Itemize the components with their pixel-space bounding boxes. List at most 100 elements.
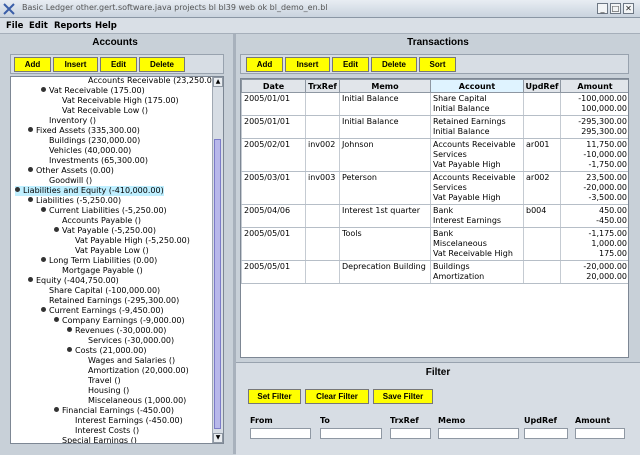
table-row[interactable]: 2005/03/01 inv003 Peterson Accounts Receiva…: [241, 171, 628, 205]
trx-edit-button[interactable]: Edit: [332, 57, 369, 72]
tree-node[interactable]: Services (-30,000.00): [80, 336, 174, 346]
expand-handle-icon[interactable]: [54, 407, 59, 412]
tree-node[interactable]: Vat Payable High (-5,250.00): [67, 236, 190, 246]
tree-node[interactable]: Goodwill (): [41, 176, 92, 186]
tree-node[interactable]: Vat Receivable (175.00): [41, 86, 145, 96]
tree-node[interactable]: Fixed Assets (335,300.00): [28, 126, 140, 136]
tree-node-label: Services (-30,000.00): [88, 336, 175, 345]
tree-node[interactable]: Liabilities (-5,250.00): [28, 196, 121, 206]
filter-to-field[interactable]: [320, 428, 382, 439]
table-row[interactable]: 2005/05/01 Tools Bank Miscelaneous Vat Recei…: [241, 227, 628, 261]
expand-handle-icon[interactable]: [41, 207, 46, 212]
expand-handle-icon[interactable]: [41, 307, 46, 312]
tree-node[interactable]: Long Term Liabilities (0.00): [41, 256, 157, 266]
col-header-memo[interactable]: Memo: [339, 79, 431, 93]
tree-node[interactable]: Amortization (20,000.00): [80, 366, 189, 376]
minimize-button[interactable]: _: [597, 3, 608, 14]
trx-delete-button[interactable]: Delete: [371, 57, 417, 72]
expand-handle-icon[interactable]: [15, 187, 20, 192]
amount-line: 450.00: [599, 206, 627, 215]
menu-reports[interactable]: Reports: [54, 21, 92, 31]
accounts-tree: Accounts Receivable (23,250.00) Vat Recei…: [10, 76, 224, 444]
close-button[interactable]: ✕: [623, 3, 634, 14]
table-row[interactable]: 2005/01/01 Initial Balance Retained Earnin…: [241, 115, 628, 139]
tree-node[interactable]: Share Capital (-100,000.00): [41, 286, 160, 296]
menu-file[interactable]: File: [6, 21, 23, 31]
col-header-trxref[interactable]: TrxRef: [305, 79, 340, 93]
tree-node[interactable]: Inventory (): [41, 116, 96, 126]
col-header-updref[interactable]: UpdRef: [523, 79, 561, 93]
filter-from-field[interactable]: [250, 428, 311, 439]
col-header-amount[interactable]: Amount: [560, 79, 628, 93]
tree-node[interactable]: Miscelaneous (1,000.00): [80, 396, 186, 406]
account-edit-button[interactable]: Edit: [100, 57, 137, 72]
table-row[interactable]: 2005/04/06 Interest 1st quarter Bank Intere…: [241, 204, 628, 228]
col-header-account[interactable]: Account: [430, 79, 524, 93]
tree-node[interactable]: Other Assets (0.00): [28, 166, 114, 176]
tree-node[interactable]: Vehicles (40,000.00): [41, 146, 131, 156]
tree-node[interactable]: Accounts Payable (): [54, 216, 141, 226]
filter-updref-field[interactable]: [524, 428, 568, 439]
expand-handle-icon[interactable]: [41, 87, 46, 92]
expand-handle-icon[interactable]: [54, 317, 59, 322]
tree-node[interactable]: Investments (65,300.00): [41, 156, 148, 166]
table-row[interactable]: 2005/02/01 inv002 Johnson Accounts Receivab…: [241, 138, 628, 172]
menu-help[interactable]: Help: [95, 21, 117, 31]
account-add-button[interactable]: Add: [14, 57, 51, 72]
trx-add-button[interactable]: Add: [246, 57, 283, 72]
expand-handle-icon[interactable]: [54, 227, 59, 232]
trx-insert-button[interactable]: Insert: [285, 57, 330, 72]
expand-handle-icon[interactable]: [28, 127, 33, 132]
filter-memo-field[interactable]: [438, 428, 519, 439]
tree-node[interactable]: Equity (-404,750.00): [28, 276, 119, 286]
tree-node[interactable]: Interest Costs (): [67, 426, 139, 436]
tree-node-label: Miscelaneous (1,000.00): [88, 396, 187, 405]
tree-node[interactable]: Vat Payable Low (): [67, 246, 149, 256]
tree-node-label: Current Liabilities (-5,250.00): [49, 206, 167, 215]
tree-node[interactable]: Vat Payable (-5,250.00): [54, 226, 156, 236]
tree-node[interactable]: Revenues (-30,000.00): [67, 326, 166, 336]
set-filter-button[interactable]: Set Filter: [248, 389, 301, 404]
tree-node[interactable]: Retained Earnings (-295,300.00): [41, 296, 179, 306]
tree-node[interactable]: Vat Receivable Low (): [54, 106, 148, 116]
trx-sort-button[interactable]: Sort: [419, 57, 456, 72]
tree-node[interactable]: Housing (): [80, 386, 129, 396]
expand-handle-icon[interactable]: [28, 197, 33, 202]
account-insert-button[interactable]: Insert: [53, 57, 98, 72]
tree-node[interactable]: Wages and Salaries (): [80, 356, 175, 366]
table-row[interactable]: 2005/01/01 Initial Balance Share Capital In…: [241, 92, 628, 116]
tree-node[interactable]: Interest Earnings (-450.00): [67, 416, 183, 426]
col-header-date[interactable]: Date: [241, 79, 306, 93]
tree-node[interactable]: Current Liabilities (-5,250.00): [41, 206, 167, 216]
tree-node[interactable]: Buildings (230,000.00): [41, 136, 140, 146]
scroll-up-arrow-icon[interactable]: ▲: [213, 77, 223, 87]
tree-node[interactable]: Financial Earnings (-450.00): [54, 406, 174, 416]
tree-node[interactable]: Accounts Receivable (23,250.00): [80, 77, 220, 86]
maximize-button[interactable]: □: [610, 3, 621, 14]
tree-node[interactable]: Current Earnings (-9,450.00): [41, 306, 164, 316]
expand-handle-icon[interactable]: [28, 277, 33, 282]
filter-amount-field[interactable]: [575, 428, 625, 439]
menu-edit[interactable]: Edit: [29, 21, 48, 31]
save-filter-button[interactable]: Save Filter: [373, 389, 433, 404]
tree-scrollbar[interactable]: ▲ ▼: [212, 77, 223, 443]
scroll-down-arrow-icon[interactable]: ▼: [213, 433, 223, 443]
tree-node-label: Long Term Liabilities (0.00): [49, 256, 158, 265]
account-delete-button[interactable]: Delete: [139, 57, 185, 72]
tree-node[interactable]: Mortgage Payable (): [54, 266, 143, 276]
table-row[interactable]: 2005/05/01 Deprecation Building Buildings A…: [241, 260, 628, 284]
tree-node[interactable]: Vat Receivable High (175.00): [54, 96, 179, 106]
tree-node[interactable]: Travel (): [80, 376, 121, 386]
expand-handle-icon[interactable]: [41, 257, 46, 262]
expand-handle-icon[interactable]: [67, 347, 72, 352]
tree-node[interactable]: Special Earnings (): [54, 436, 137, 443]
scroll-thumb[interactable]: [214, 139, 221, 429]
tree-node[interactable]: Liabilities and Equity (-410,000.00): [15, 186, 164, 196]
filter-trxref-field[interactable]: [390, 428, 431, 439]
expand-handle-icon[interactable]: [28, 167, 33, 172]
menu-bar: File Edit Reports Help: [0, 18, 640, 34]
expand-handle-icon[interactable]: [67, 327, 72, 332]
clear-filter-button[interactable]: Clear Filter: [305, 389, 369, 404]
tree-node[interactable]: Costs (21,000.00): [67, 346, 146, 356]
tree-node[interactable]: Company Earnings (-9,000.00): [54, 316, 185, 326]
